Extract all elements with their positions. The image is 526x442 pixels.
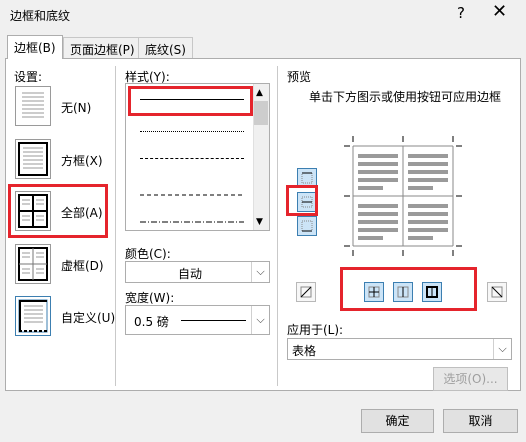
chevron-down-icon[interactable]: ⌵ — [251, 306, 269, 334]
chevron-down-icon[interactable]: ⌵ — [493, 339, 511, 359]
highlight-bottom-buttons — [340, 267, 477, 311]
setting-custom-label[interactable]: 自定义(U) — [61, 309, 115, 326]
help-button[interactable]: ? — [457, 4, 465, 22]
highlight-style-solid — [128, 86, 253, 116]
preview-label: 预览 — [287, 70, 312, 84]
preview-hint: 单击下方图示或使用按钮可应用边框 — [308, 90, 501, 104]
chevron-down-icon[interactable]: ⌵ — [251, 262, 269, 282]
style-line-dash-dot[interactable] — [140, 213, 244, 227]
color-value: 自动 — [178, 267, 203, 281]
tab-borders[interactable]: 边框(B) — [7, 35, 63, 59]
scroll-down-icon[interactable]: ▼ — [256, 217, 263, 227]
tab-shading[interactable]: 底纹(S) — [138, 37, 193, 58]
preview-table[interactable] — [344, 136, 462, 259]
options-button[interactable]: 选项(O)... — [433, 367, 508, 391]
settings-label: 设置: — [14, 70, 43, 84]
color-label: 颜色(C): — [125, 247, 171, 261]
apply-to-dropdown[interactable]: 表格 ⌵ — [287, 338, 512, 360]
ok-button[interactable]: 确定 — [361, 409, 434, 433]
divider-right — [277, 66, 278, 386]
setting-custom-icon[interactable] — [15, 296, 51, 336]
divider-left — [115, 66, 116, 386]
bottom-border-button[interactable] — [297, 216, 317, 236]
diagonal-up-button[interactable] — [487, 282, 507, 302]
setting-grid-label[interactable]: 虚框(D) — [61, 257, 104, 274]
setting-none-icon[interactable] — [15, 86, 51, 126]
width-line-sample — [181, 320, 246, 321]
setting-box-icon[interactable] — [15, 139, 51, 179]
setting-none-label[interactable]: 无(N) — [61, 99, 91, 116]
highlight-setting-all — [8, 184, 108, 238]
setting-box-label[interactable]: 方框(X) — [61, 152, 103, 169]
cancel-button[interactable]: 取消 — [443, 409, 518, 433]
width-value: 0.5 磅 — [134, 315, 169, 329]
diagonal-down-button[interactable] — [296, 282, 316, 302]
color-dropdown[interactable]: 自动 ⌵ — [125, 261, 270, 283]
width-dropdown[interactable]: 0.5 磅 ⌵ — [125, 305, 270, 335]
apply-to-label: 应用于(L): — [287, 323, 344, 337]
tab-page-border[interactable]: 页面边框(P) — [63, 37, 142, 58]
close-button[interactable]: ✕ — [492, 1, 507, 22]
window-title: 边框和底纹 — [10, 9, 71, 23]
width-label: 宽度(W): — [125, 291, 175, 305]
highlight-inside-horizontal — [286, 185, 318, 216]
scroll-thumb[interactable] — [254, 101, 268, 125]
style-line-dotted[interactable] — [140, 131, 244, 132]
scroll-up-icon[interactable]: ▲ — [256, 88, 263, 98]
apply-to-value: 表格 — [292, 344, 317, 358]
style-line-dashed-fine[interactable] — [140, 158, 244, 159]
style-line-dashed[interactable] — [140, 186, 244, 200]
setting-grid-icon[interactable] — [15, 244, 51, 284]
